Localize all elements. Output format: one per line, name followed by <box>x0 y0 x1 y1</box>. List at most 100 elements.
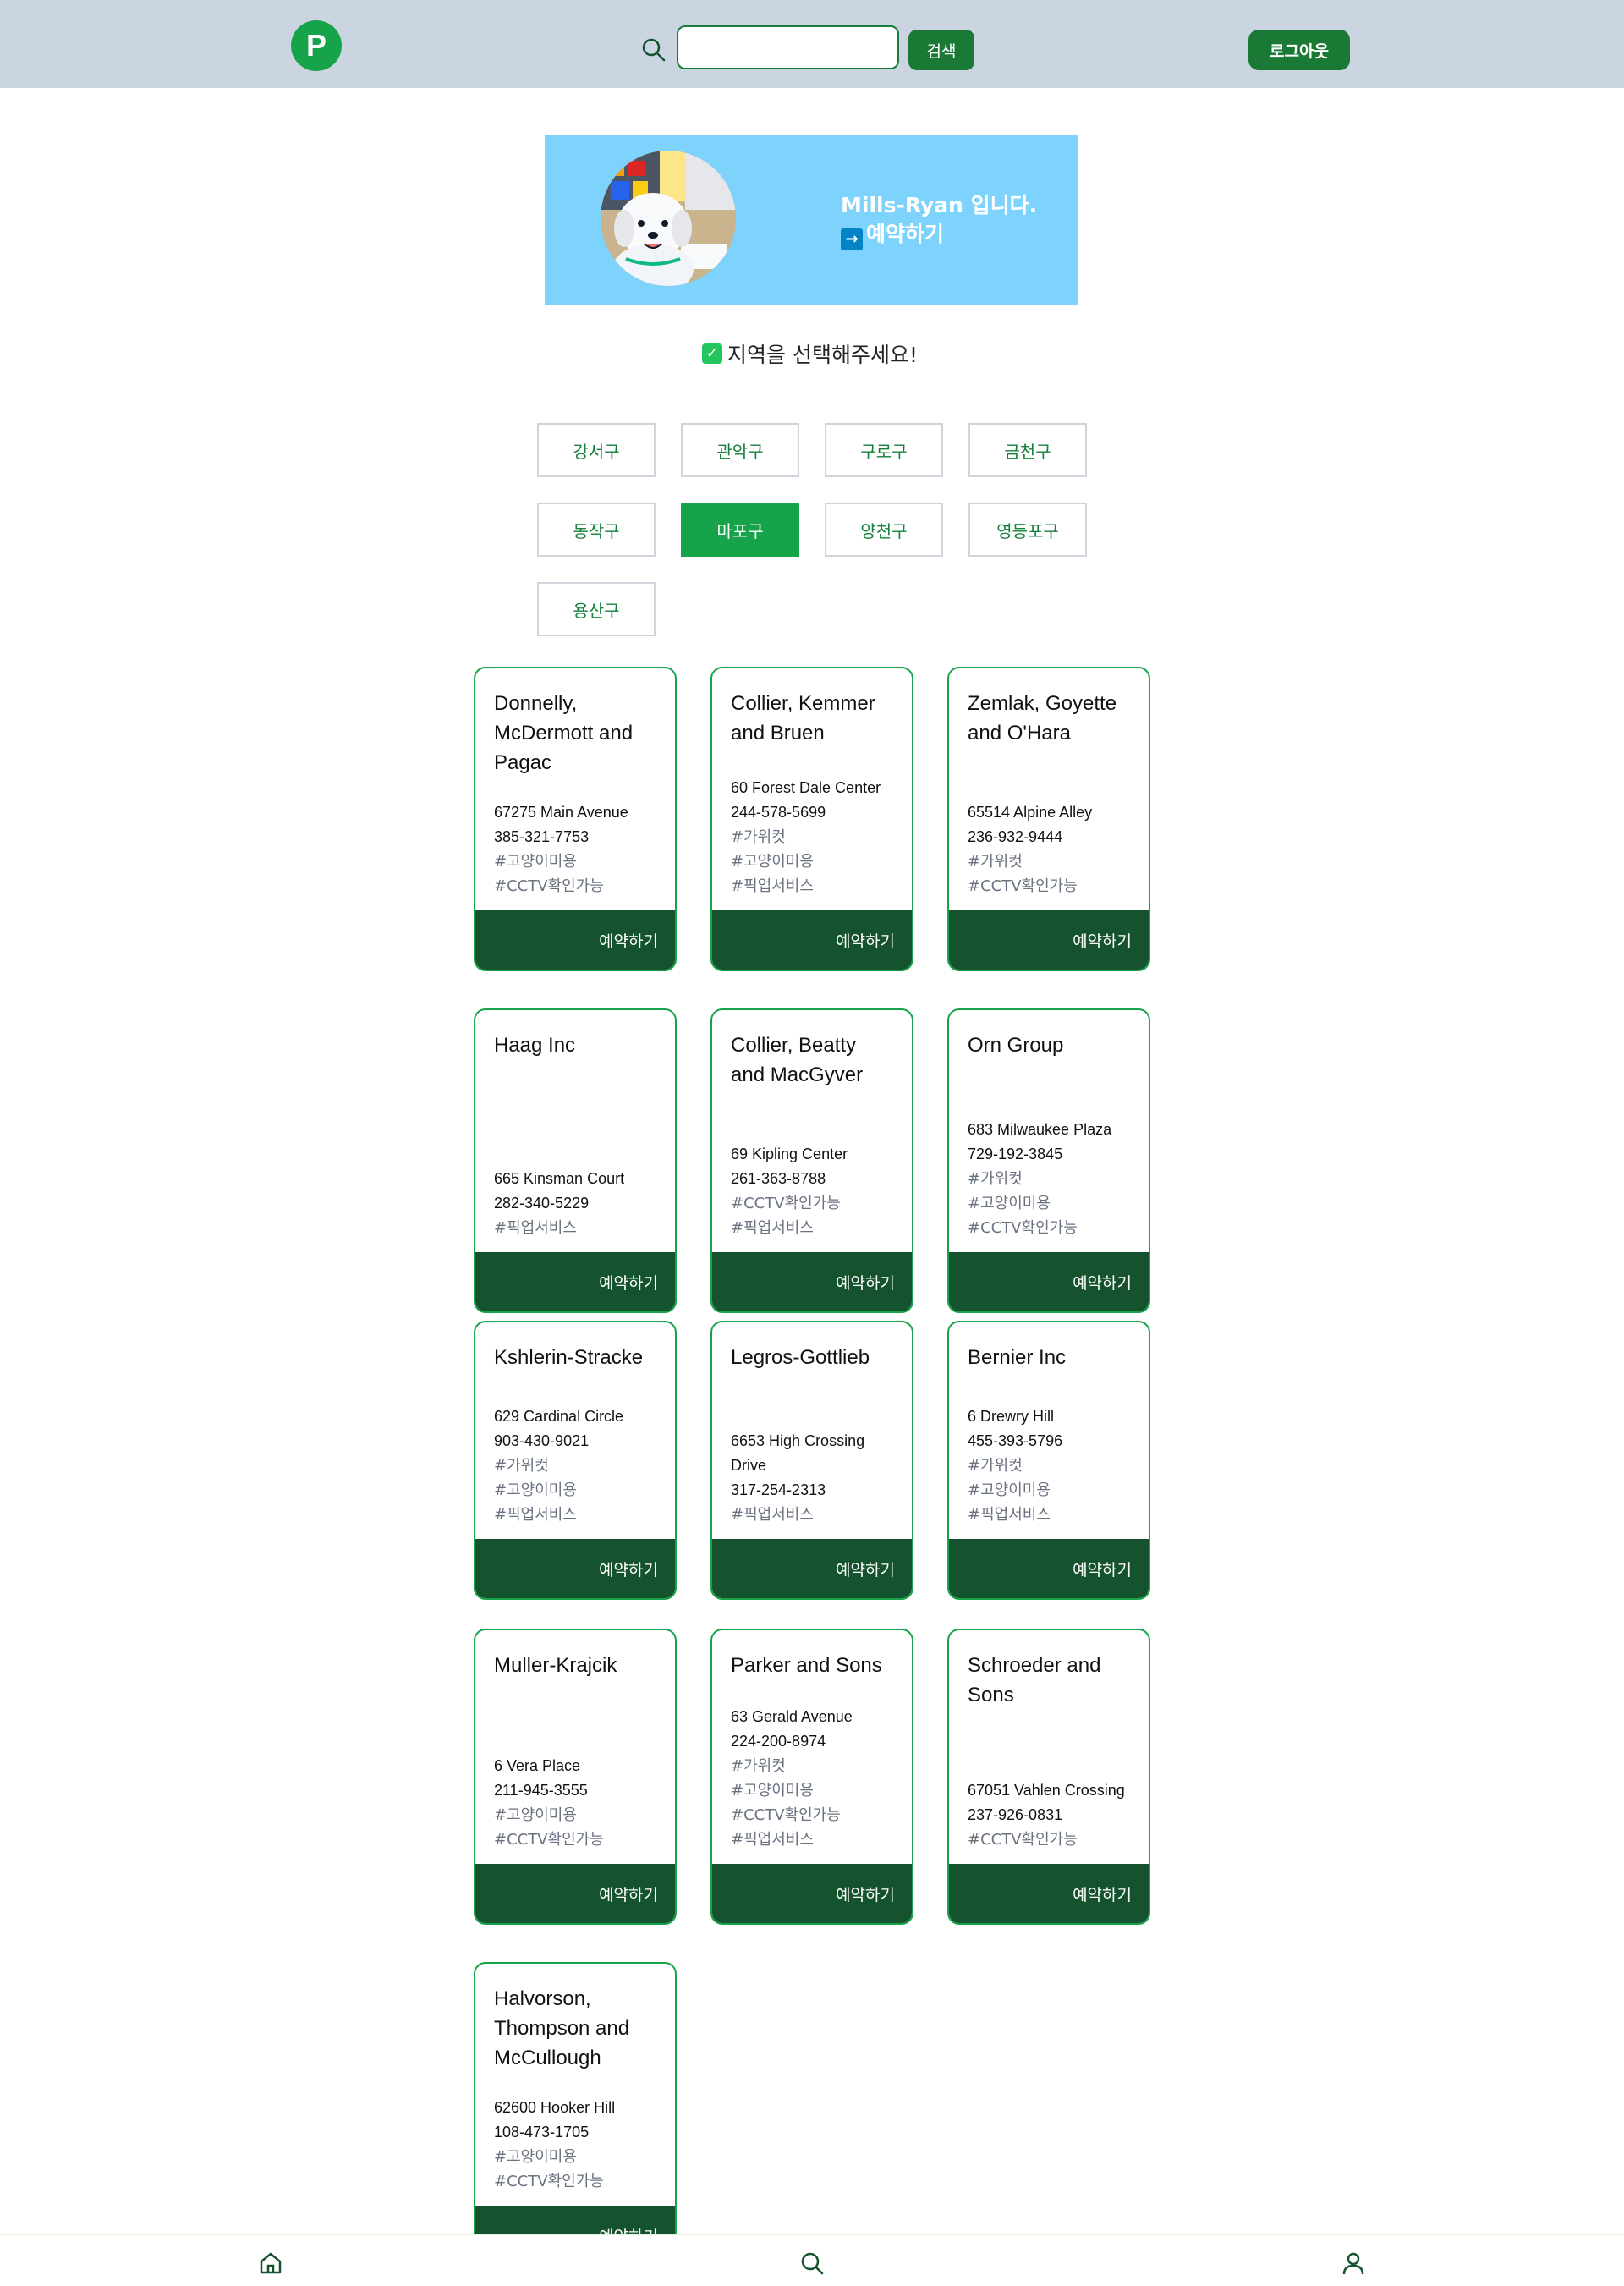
shop-name: Schroeder and Sons <box>968 1654 1101 1706</box>
reserve-button[interactable]: 예약하기 <box>712 1252 912 1311</box>
region-button[interactable]: 동작구 <box>537 503 656 557</box>
reserve-button[interactable]: 예약하기 <box>712 1539 912 1598</box>
shop-tag: #가위컷 <box>968 1457 1023 1475</box>
region-prompt-text: 지역을 선택해주세요! <box>727 343 918 367</box>
shop-tag: #가위컷 <box>494 1457 549 1475</box>
shop-tag: #가위컷 <box>731 1757 786 1775</box>
shop-info: 6 Vera Place 211-945-3555 #고양이미용 #CCTV확인가능 <box>494 1754 667 1852</box>
reserve-button[interactable]: 예약하기 <box>475 1539 675 1598</box>
shop-info: 69 Kipling Center 261-363-8788 #CCTV확인가능 #픽… <box>731 1142 903 1240</box>
reserve-link-label: 예약하기 <box>866 222 945 246</box>
bottom-nav <box>0 2234 1624 2286</box>
search-button[interactable]: 검색 <box>908 30 974 70</box>
reserve-button[interactable]: 예약하기 <box>949 1252 1149 1311</box>
shop-phone: 903-430-9021 <box>494 1432 590 1449</box>
shop-name: Bernier Inc <box>968 1346 1067 1369</box>
shop-name: Collier, Beatty and MacGyver <box>731 1034 864 1086</box>
reserve-button[interactable]: 예약하기 <box>712 910 912 970</box>
shop-info: 665 Kinsman Court 282-340-5229 #픽업서비스 <box>494 1167 667 1240</box>
reserve-button[interactable]: 예약하기 <box>949 1864 1149 1923</box>
reserve-button[interactable]: 예약하기 <box>475 1864 675 1923</box>
shop-name: Orn Group <box>968 1034 1064 1057</box>
shop-card: Kshlerin-Stracke 629 Cardinal Circle 903-4… <box>474 1321 677 1600</box>
shop-tag: #CCTV확인가능 <box>731 1806 841 1824</box>
shop-name: Parker and Sons <box>731 1654 882 1677</box>
shop-info: 67051 Vahlen Crossing 237-926-0831 #CCTV확인… <box>968 1778 1140 1852</box>
shop-card: Muller-Krajcik 6 Vera Place 211-945-3555 #고… <box>474 1629 677 1925</box>
shop-tag: #고양이미용 <box>494 2148 577 2166</box>
shop-tag: #CCTV확인가능 <box>494 2173 604 2190</box>
shop-phone: 236-932-9444 <box>968 828 1063 845</box>
banner-greeting: Mills-Ryan 입니다. <box>841 193 1038 217</box>
shop-name: Legros-Gottlieb <box>731 1346 870 1369</box>
shop-tag: #CCTV확인가능 <box>968 1831 1078 1849</box>
search-icon[interactable] <box>799 2250 825 2276</box>
shop-card: Parker and Sons 63 Gerald Avenue 224-200-8… <box>710 1629 914 1925</box>
shop-phone: 455-393-5796 <box>968 1432 1063 1449</box>
shop-address: 67051 Vahlen Crossing <box>968 1782 1125 1799</box>
shop-card: Haag Inc 665 Kinsman Court 282-340-5229 #픽업… <box>474 1008 677 1313</box>
region-button[interactable]: 영등포구 <box>968 503 1087 557</box>
shop-phone: 108-473-1705 <box>494 2124 590 2140</box>
shop-address: 60 Forest Dale Center <box>731 779 881 796</box>
arrow-right-icon: → <box>841 228 863 250</box>
region-button[interactable]: 용산구 <box>537 582 656 636</box>
shop-name: Kshlerin-Stracke <box>494 1346 644 1369</box>
shop-name: Halvorson, Thompson and McCullough <box>494 1987 630 2069</box>
shop-card: Zemlak, Goyette and O'Hara 65514 Alpine A… <box>947 667 1150 971</box>
shop-phone: 211-945-3555 <box>494 1782 588 1799</box>
shop-address: 62600 Hooker Hill <box>494 2099 616 2116</box>
shop-tag: #픽업서비스 <box>731 877 814 895</box>
region-button[interactable]: 마포구 <box>681 503 799 557</box>
reserve-link[interactable]: → 예약하기 <box>841 220 1037 250</box>
shop-tag: #고양이미용 <box>731 1782 814 1800</box>
shop-info: 6 Drewry Hill 455-393-5796 #가위컷 #고양이미용 #픽업서비… <box>968 1404 1140 1527</box>
shop-phone: 237-926-0831 <box>968 1806 1063 1823</box>
shop-card: Schroeder and Sons 67051 Vahlen Crossing 2… <box>947 1629 1150 1925</box>
top-header: P 검색 로그아웃 <box>0 0 1624 88</box>
logo[interactable]: P <box>291 20 342 71</box>
region-button[interactable]: 관악구 <box>681 423 799 477</box>
shop-card: Donnelly, McDermott and Pagac 67275 Main … <box>474 667 677 971</box>
user-icon[interactable] <box>1341 2250 1366 2276</box>
reserve-button[interactable]: 예약하기 <box>949 910 1149 970</box>
shop-phone: 224-200-8974 <box>731 1733 826 1750</box>
region-button[interactable]: 강서구 <box>537 423 656 477</box>
shop-address: 683 Milwaukee Plaza <box>968 1121 1112 1138</box>
shop-info: 63 Gerald Avenue 224-200-8974 #가위컷 #고양이미용 #C… <box>731 1705 903 1852</box>
shop-address: 63 Gerald Avenue <box>731 1708 853 1725</box>
region-button[interactable]: 금천구 <box>968 423 1087 477</box>
shop-name: Haag Inc <box>494 1034 576 1057</box>
shop-name: Collier, Kemmer and Bruen <box>731 692 875 745</box>
shop-card: Collier, Beatty and MacGyver 69 Kipling C… <box>710 1008 914 1313</box>
shop-tag: #픽업서비스 <box>731 1831 814 1849</box>
shop-phone: 317-254-2313 <box>731 1481 826 1498</box>
shop-tag: #가위컷 <box>968 853 1023 871</box>
shop-tag: #CCTV확인가능 <box>494 877 604 895</box>
shop-tag: #가위컷 <box>731 828 786 846</box>
shop-card: Orn Group 683 Milwaukee Plaza 729-192-3845… <box>947 1008 1150 1313</box>
shop-tag: #픽업서비스 <box>494 1219 577 1237</box>
dog-photo <box>601 151 736 286</box>
shop-tag: #고양이미용 <box>968 1481 1051 1499</box>
shop-phone: 282-340-5229 <box>494 1195 590 1212</box>
shop-tag: #고양이미용 <box>494 1481 577 1499</box>
reserve-button[interactable]: 예약하기 <box>712 1864 912 1923</box>
region-button[interactable]: 구로구 <box>825 423 943 477</box>
shop-address: 6 Drewry Hill <box>968 1408 1055 1425</box>
shop-info: 65514 Alpine Alley 236-932-9444 #가위컷 #CCTV확… <box>968 800 1140 898</box>
reserve-button[interactable]: 예약하기 <box>949 1539 1149 1598</box>
shop-address: 665 Kinsman Court <box>494 1170 625 1187</box>
shop-address: 6653 High Crossing Drive <box>731 1432 865 1474</box>
shop-tag: #픽업서비스 <box>494 1506 577 1524</box>
shop-tag: #CCTV확인가능 <box>968 1219 1078 1237</box>
reserve-button[interactable]: 예약하기 <box>475 910 675 970</box>
search-input[interactable] <box>677 25 899 69</box>
shop-tag: #CCTV확인가능 <box>731 1195 841 1212</box>
shop-tag: #고양이미용 <box>494 853 577 871</box>
logout-button[interactable]: 로그아웃 <box>1248 30 1350 70</box>
region-button[interactable]: 양천구 <box>825 503 943 557</box>
shop-tag: #픽업서비스 <box>731 1506 814 1524</box>
home-icon[interactable] <box>258 2250 283 2276</box>
reserve-button[interactable]: 예약하기 <box>475 1252 675 1311</box>
